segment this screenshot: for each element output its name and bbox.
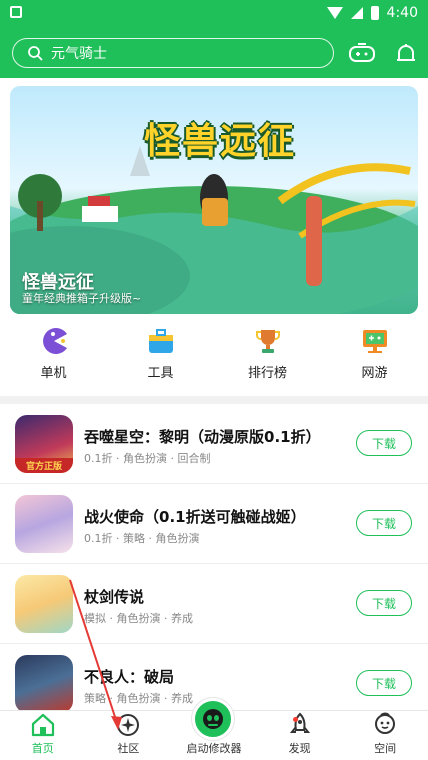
category-tools[interactable]: 工具 — [107, 326, 214, 394]
game-title: 杖剑传说 — [84, 588, 145, 606]
search-input[interactable]: 元气骑士 — [12, 38, 334, 68]
download-button[interactable]: 下载 — [356, 430, 412, 456]
home-icon — [31, 713, 54, 737]
trophy-icon — [255, 330, 280, 353]
profile-icon — [375, 712, 396, 734]
download-button[interactable]: 下载 — [356, 510, 412, 536]
download-button[interactable]: 下载 — [356, 670, 412, 696]
tab-home[interactable]: 首页 — [0, 711, 86, 760]
game-title: 吞噬星空：黎明（动漫原版0.1折） — [84, 428, 321, 446]
game-tags: 0.1折 · 策略 · 角色扮演 — [84, 532, 200, 545]
category-online-games[interactable]: 网游 — [321, 326, 428, 394]
official-badge: 官方正版 — [15, 458, 73, 473]
game-title: 不良人：破局 — [84, 668, 175, 686]
game-thumbnail — [15, 495, 73, 553]
game-tags: 0.1折 · 角色扮演 · 回合制 — [84, 452, 211, 465]
app-header: 元气骑士 — [0, 26, 428, 78]
section-divider — [0, 396, 428, 404]
pacman-icon — [42, 328, 67, 354]
game-tags: 策略 · 角色扮演 · 养成 — [84, 692, 193, 705]
game-list-item[interactable]: 杖剑传说 模拟 · 角色扮演 · 养成 下载 — [0, 564, 428, 644]
download-button[interactable]: 下载 — [356, 590, 412, 616]
notification-icon — [10, 6, 22, 18]
cell-signal-icon — [350, 7, 363, 19]
tab-label: 发现 — [288, 742, 311, 755]
category-rankings[interactable]: 排行榜 — [214, 326, 321, 394]
tab-community[interactable]: 社区 — [86, 711, 172, 760]
wifi-icon — [326, 7, 343, 19]
status-bar: 4:40 — [0, 0, 428, 26]
rocket-icon — [289, 712, 310, 733]
game-list-item[interactable]: 官方正版 吞噬星空：黎明（动漫原版0.1折） 0.1折 · 角色扮演 · 回合制… — [0, 404, 428, 484]
battery-icon — [370, 6, 379, 20]
toolbox-icon — [148, 329, 173, 353]
tab-label: 首页 — [31, 742, 54, 755]
game-thumbnail — [15, 575, 73, 633]
search-placeholder: 元气骑士 — [51, 46, 107, 62]
game-thumbnail — [15, 655, 73, 713]
banner-logo: 怪兽远征 — [144, 121, 297, 162]
game-tags: 模拟 · 角色扮演 · 养成 — [84, 612, 193, 625]
search-icon — [28, 46, 43, 61]
compass-icon — [117, 714, 140, 736]
gamepad-icon[interactable] — [348, 40, 376, 68]
launcher-icon — [203, 709, 223, 729]
category-label: 工具 — [147, 366, 174, 381]
tab-space[interactable]: 空间 — [342, 711, 428, 760]
monitor-icon — [362, 330, 387, 353]
category-label: 单机 — [40, 366, 67, 381]
game-thumbnail: 官方正版 — [15, 415, 73, 473]
tab-label: 启动修改器 — [186, 742, 242, 755]
tab-label: 社区 — [117, 742, 140, 755]
tab-discover[interactable]: 发现 — [257, 711, 343, 760]
game-title: 战火使命（0.1折送可触碰战姬） — [84, 508, 306, 526]
category-label: 网游 — [361, 366, 388, 381]
launcher-button[interactable] — [192, 698, 234, 740]
status-icons: 4:40 — [326, 4, 418, 22]
category-single-player[interactable]: 单机 — [0, 326, 107, 394]
bell-icon[interactable] — [392, 40, 420, 68]
banner-subtitle: 童年经典推箱子升级版~ — [22, 292, 142, 305]
tab-label: 空间 — [374, 742, 397, 755]
status-time: 4:40 — [386, 5, 418, 21]
featured-banner[interactable]: 怪兽远征 怪兽远征 童年经典推箱子升级版~ — [10, 86, 418, 314]
category-label: 排行榜 — [247, 366, 287, 381]
game-list-item[interactable]: 战火使命（0.1折送可触碰战姬） 0.1折 · 策略 · 角色扮演 下载 — [0, 484, 428, 564]
category-row: 单机 工具 排行榜 网游 — [0, 326, 428, 394]
